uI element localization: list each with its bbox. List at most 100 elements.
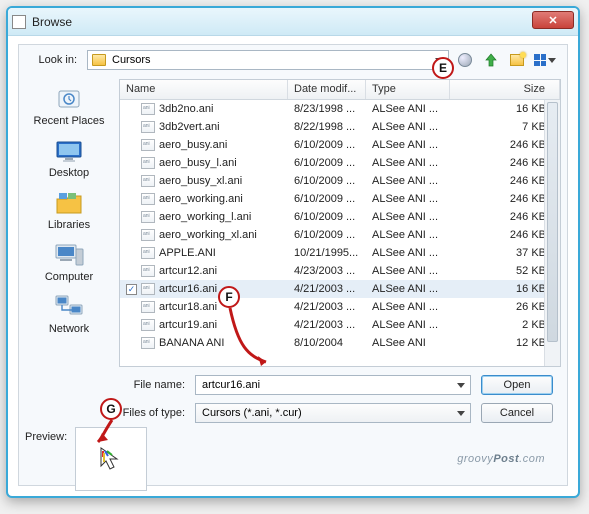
file-icon (141, 247, 155, 259)
file-type: ALSee ANI (366, 337, 450, 349)
file-icon (141, 139, 155, 151)
file-type: ALSee ANI ... (366, 211, 450, 223)
file-icon (141, 265, 155, 277)
places-bar: Recent Places Desktop Libraries Computer (23, 79, 115, 325)
file-list-header[interactable]: Name Date modif... Type Size (120, 80, 560, 100)
file-row[interactable]: aero_working_l.ani6/10/2009 ...ALSee ANI… (120, 208, 560, 226)
filename-row: File name: artcur16.ani Open (119, 375, 553, 395)
file-type: ALSee ANI ... (366, 319, 450, 331)
column-date[interactable]: Date modif... (288, 80, 366, 99)
column-type[interactable]: Type (366, 80, 450, 99)
file-row[interactable]: aero_working.ani6/10/2009 ...ALSee ANI .… (120, 190, 560, 208)
file-row[interactable]: 3db2vert.ani8/22/1998 ...ALSee ANI ...7 … (120, 118, 560, 136)
filename-input[interactable]: artcur16.ani (195, 375, 471, 395)
file-row[interactable]: ✓artcur16.ani4/21/2003 ...ALSee ANI ...1… (120, 280, 560, 298)
file-date: 4/21/2003 ... (288, 301, 366, 313)
place-network[interactable]: Network (27, 291, 111, 341)
file-name: BANANA ANI (159, 337, 224, 349)
libraries-icon (53, 189, 85, 217)
file-row[interactable]: aero_working_xl.ani6/10/2009 ...ALSee AN… (120, 226, 560, 244)
file-date: 6/10/2009 ... (288, 175, 366, 187)
desktop-icon (53, 137, 85, 165)
file-type: ALSee ANI ... (366, 175, 450, 187)
back-button[interactable] (455, 50, 475, 70)
cancel-button[interactable]: Cancel (481, 403, 553, 423)
file-row[interactable]: aero_busy.ani6/10/2009 ...ALSee ANI ...2… (120, 136, 560, 154)
watermark: groovyPost.com (457, 446, 545, 467)
file-icon (141, 319, 155, 331)
titlebar[interactable]: Browse ✕ (8, 8, 578, 36)
file-name: aero_busy_xl.ani (159, 175, 242, 187)
file-type: ALSee ANI ... (366, 193, 450, 205)
filetype-row: Files of type: Cursors (*.ani, *.cur) Ca… (119, 403, 553, 423)
look-in-value: Cursors (112, 54, 151, 66)
file-date: 4/23/2003 ... (288, 265, 366, 277)
place-desktop[interactable]: Desktop (27, 135, 111, 185)
look-in-row: Look in: Cursors (19, 45, 567, 75)
place-libraries[interactable]: Libraries (27, 187, 111, 237)
close-icon: ✕ (548, 14, 557, 27)
column-name[interactable]: Name (120, 80, 288, 99)
file-row[interactable]: APPLE.ANI10/21/1995...ALSee ANI ...37 KB (120, 244, 560, 262)
file-date: 10/21/1995... (288, 247, 366, 259)
place-label: Computer (45, 271, 93, 283)
file-date: 8/10/2004 (288, 337, 366, 349)
look-in-combo[interactable]: Cursors (87, 50, 449, 70)
chevron-down-icon[interactable] (454, 378, 468, 392)
file-name: aero_working_xl.ani (159, 229, 257, 241)
file-type: ALSee ANI ... (366, 283, 450, 295)
column-size[interactable]: Size (450, 80, 560, 99)
filename-value: artcur16.ani (202, 379, 260, 391)
file-list[interactable]: Name Date modif... Type Size 3db2no.ani8… (119, 79, 561, 367)
annotation-f: F (218, 286, 240, 308)
file-row[interactable]: artcur18.ani4/21/2003 ...ALSee ANI ...26… (120, 298, 560, 316)
file-icon (141, 175, 155, 187)
filetype-combo[interactable]: Cursors (*.ani, *.cur) (195, 403, 471, 423)
file-icon (141, 193, 155, 205)
close-button[interactable]: ✕ (532, 11, 574, 29)
file-date: 6/10/2009 ... (288, 139, 366, 151)
place-label: Network (49, 323, 89, 335)
open-button[interactable]: Open (481, 375, 553, 395)
file-row[interactable]: 3db2no.ani8/23/1998 ...ALSee ANI ...16 K… (120, 100, 560, 118)
place-recent[interactable]: Recent Places (27, 83, 111, 133)
new-folder-button[interactable] (507, 50, 527, 70)
file-icon (141, 157, 155, 169)
place-label: Desktop (49, 167, 89, 179)
scrollbar[interactable] (544, 100, 560, 366)
file-icon (141, 337, 155, 349)
place-computer[interactable]: Computer (27, 239, 111, 289)
up-arrow-icon (485, 53, 497, 67)
file-row[interactable]: BANANA ANI8/10/2004ALSee ANI12 KB (120, 334, 560, 352)
file-icon (141, 211, 155, 223)
recent-places-icon (53, 85, 85, 113)
preview-label: Preview: (25, 431, 67, 443)
filename-label: File name: (119, 379, 185, 391)
file-date: 6/10/2009 ... (288, 211, 366, 223)
file-name: 3db2no.ani (159, 103, 213, 115)
file-name: artcur18.ani (159, 301, 217, 313)
filetype-label: Files of type: (119, 407, 185, 419)
file-type: ALSee ANI ... (366, 265, 450, 277)
browse-dialog: Browse ✕ Look in: Cursors (6, 6, 580, 498)
file-name: artcur12.ani (159, 265, 217, 277)
file-row[interactable]: aero_busy_xl.ani 6/10/2009 ...ALSee ANI .… (120, 172, 560, 190)
file-icon (141, 103, 155, 115)
view-menu-button[interactable] (531, 50, 559, 70)
file-type: ALSee ANI ... (366, 247, 450, 259)
file-row[interactable]: aero_busy_l.ani6/10/2009 ...ALSee ANI ..… (120, 154, 560, 172)
file-date: 4/21/2003 ... (288, 319, 366, 331)
checkbox-icon[interactable]: ✓ (126, 284, 137, 295)
scrollbar-thumb[interactable] (547, 102, 558, 342)
file-icon (141, 283, 155, 295)
file-type: ALSee ANI ... (366, 301, 450, 313)
file-row[interactable]: artcur12.ani4/23/2003 ...ALSee ANI ...52… (120, 262, 560, 280)
file-date: 6/10/2009 ... (288, 193, 366, 205)
chevron-down-icon[interactable] (454, 406, 468, 420)
file-type: ALSee ANI ... (366, 157, 450, 169)
file-row[interactable]: artcur19.ani4/21/2003 ...ALSee ANI ...2 … (120, 316, 560, 334)
up-one-level-button[interactable] (481, 50, 501, 70)
place-label: Recent Places (34, 115, 105, 127)
file-icon (141, 229, 155, 241)
preview-box (75, 427, 147, 491)
